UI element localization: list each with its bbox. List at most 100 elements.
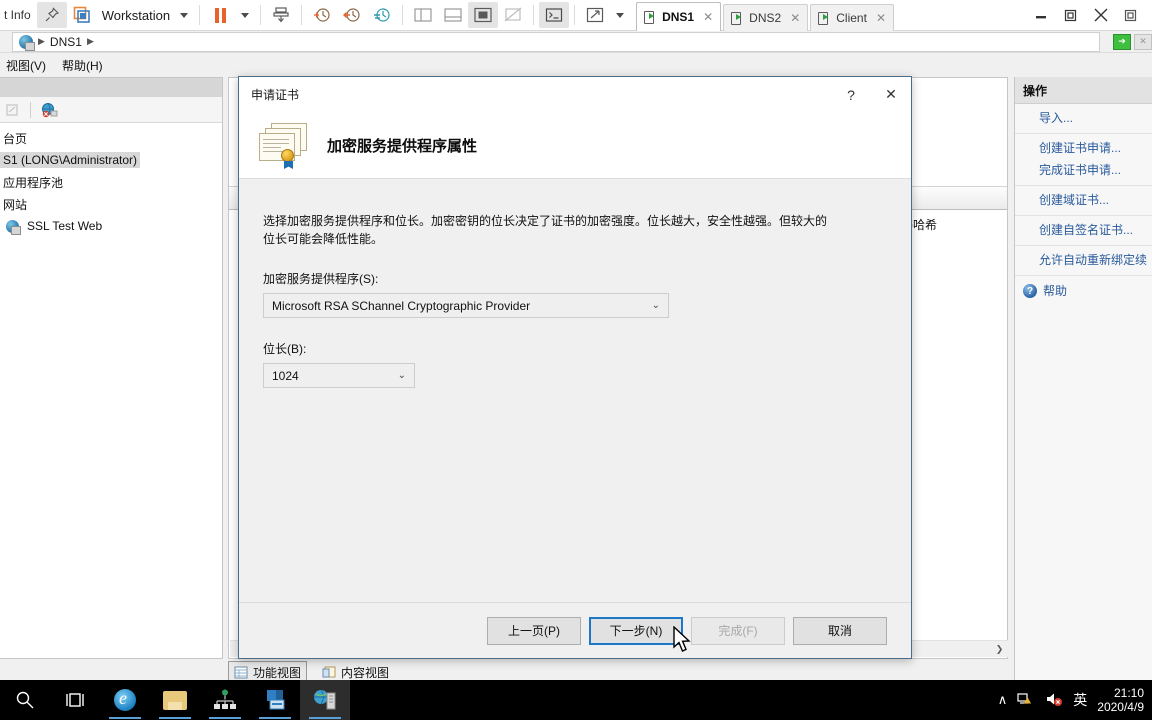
clock[interactable]: 21:10 2020/4/9 — [1097, 686, 1144, 714]
actions-group-self-signed: 创建自签名证书... — [1015, 216, 1152, 246]
pause-dropdown-icon[interactable] — [241, 12, 250, 18]
system-tray: ∧ 英 21:10 2020/4/9 — [998, 686, 1152, 714]
dialog-title-bar: 申请证书 ? ✕ — [239, 77, 911, 112]
take-snapshot-icon[interactable] — [367, 2, 397, 28]
tree-item-server[interactable]: S1 (LONG\Administrator) — [0, 149, 222, 171]
expand-icon[interactable] — [580, 2, 610, 28]
vm-tab-dns1[interactable]: DNS1 ✕ — [636, 1, 722, 31]
close-icon[interactable]: ✕ — [871, 78, 911, 112]
tree-item-start-page[interactable]: 台页 — [0, 127, 222, 149]
pause-icon[interactable] — [205, 2, 235, 28]
actions-group-rebind: 允许自动重新绑定续 — [1015, 246, 1152, 276]
revert-snapshot-icon[interactable] — [337, 2, 367, 28]
restore-outer-icon[interactable] — [1116, 2, 1146, 28]
dialog-footer: 上一页(P) 下一步(N) 完成(F) 取消 — [239, 602, 911, 658]
action-import[interactable]: 导入... — [1015, 107, 1152, 129]
cancel-button[interactable]: 取消 — [793, 616, 887, 645]
split-view-icon[interactable] — [408, 2, 438, 28]
network-warning-icon[interactable] — [1017, 691, 1035, 710]
action-enable-auto-rebind[interactable]: 允许自动重新绑定续 — [1015, 249, 1152, 271]
tab-label: 功能视图 — [253, 666, 302, 680]
snapshot-icon[interactable] — [266, 2, 296, 28]
task-view-icon[interactable] — [50, 680, 100, 720]
help-icon: ? — [1023, 284, 1037, 298]
provider-select[interactable]: Microsoft RSA SChannel Cryptographic Pro… — [263, 293, 669, 318]
bottom-view-icon[interactable] — [438, 2, 468, 28]
content-view-icon — [322, 666, 336, 679]
vm-tab-label: Client — [836, 10, 867, 25]
menu-item-view[interactable]: 视图(V) — [6, 57, 46, 74]
actions-pane-title: 操作 — [1015, 77, 1152, 104]
action-create-self-signed-cert[interactable]: 创建自签名证书... — [1015, 219, 1152, 241]
volume-muted-icon[interactable] — [1045, 691, 1063, 710]
chevron-down-icon[interactable]: ⌄ — [398, 370, 410, 381]
dns-manager-icon[interactable] — [200, 680, 250, 720]
pin-icon[interactable] — [36, 2, 67, 28]
breadcrumb-item-dns1[interactable]: DNS1 — [50, 35, 82, 49]
fullscreen-icon[interactable] — [468, 2, 499, 28]
tray-chevron-up-icon[interactable]: ∧ — [998, 692, 1008, 708]
previous-button[interactable]: 上一页(P) — [487, 616, 581, 645]
tree-item-label: 应用程序池 — [3, 175, 64, 190]
console-icon[interactable] — [539, 2, 570, 28]
tree-item-app-pools[interactable]: 应用程序池 — [0, 171, 222, 193]
tree-item-ssl-test-web[interactable]: SSL Test Web — [0, 215, 222, 237]
breadcrumb[interactable]: ▶ DNS1 ▶ — [12, 31, 1100, 52]
ime-indicator[interactable]: 英 — [1073, 690, 1087, 710]
vm-tab-dns2[interactable]: DNS2 ✕ — [723, 3, 809, 31]
scroll-right-icon[interactable]: ❯ — [991, 642, 1008, 657]
tree-item-sites[interactable]: 网站 — [0, 193, 222, 215]
tab-features-view[interactable]: 功能视图 — [228, 661, 308, 680]
chevron-down-icon[interactable] — [180, 12, 189, 18]
actions-group-domain-cert: 创建域证书... — [1015, 186, 1152, 216]
action-help[interactable]: ? 帮助 — [1015, 276, 1152, 300]
close-icon[interactable] — [1086, 2, 1116, 28]
close-icon[interactable]: ✕ — [790, 11, 800, 25]
file-explorer-icon[interactable] — [150, 680, 200, 720]
toolbar-divider — [301, 5, 303, 25]
dialog-header: 加密服务提供程序属性 — [239, 112, 911, 179]
provider-label: 加密服务提供程序(S): — [263, 272, 379, 286]
server-manager-icon[interactable] — [250, 680, 300, 720]
iis-address-bar: ▶ DNS1 ▶ ➜ ✕ — [0, 31, 1152, 53]
go-button[interactable]: ➜ — [1113, 33, 1131, 50]
toolbar-divider — [402, 5, 404, 25]
stop-button[interactable]: ✕ — [1134, 33, 1152, 50]
close-icon[interactable]: ✕ — [703, 10, 713, 24]
unity-icon[interactable] — [498, 2, 528, 28]
back-icon[interactable] — [2, 101, 22, 119]
snapshot-manager-icon[interactable] — [307, 2, 337, 28]
expand-dropdown-icon[interactable] — [616, 12, 625, 18]
disconnect-server-icon[interactable] — [39, 101, 59, 119]
toolbar-divider — [533, 5, 535, 25]
vm-power-icon — [644, 10, 657, 24]
finish-button: 完成(F) — [691, 616, 785, 645]
vm-library-icon[interactable] — [67, 2, 97, 28]
tree-item-label: S1 (LONG\Administrator) — [0, 152, 141, 168]
action-create-domain-cert[interactable]: 创建域证书... — [1015, 189, 1152, 211]
menu-item-help[interactable]: 帮助(H) — [62, 57, 103, 74]
search-icon[interactable] — [0, 680, 50, 720]
internet-explorer-icon[interactable] — [100, 680, 150, 720]
windows-taskbar: ∧ 英 21:10 2020/4/9 — [0, 680, 1152, 720]
dialog-heading: 加密服务提供程序属性 — [327, 137, 478, 155]
workstation-label[interactable]: Workstation — [97, 8, 174, 23]
restore-icon[interactable] — [1056, 2, 1086, 28]
chevron-right-icon[interactable]: ▶ — [87, 36, 94, 47]
dialog-title: 申请证书 — [251, 88, 300, 102]
bitlength-select[interactable]: 1024 ⌄ — [263, 363, 415, 388]
vm-tab-label: DNS2 — [749, 10, 782, 25]
vm-tab-client[interactable]: Client ✕ — [810, 3, 894, 31]
action-complete-cert-request[interactable]: 完成证书申请... — [1015, 159, 1152, 181]
next-button[interactable]: 下一步(N) — [589, 616, 683, 645]
help-button[interactable]: ? — [831, 78, 871, 112]
close-icon[interactable]: ✕ — [876, 11, 886, 25]
chevron-right-icon[interactable]: ▶ — [38, 36, 45, 47]
tab-content-view[interactable]: 内容视图 — [317, 662, 394, 680]
vm-tab-strip: DNS1 ✕ DNS2 ✕ Client ✕ — [636, 0, 896, 31]
chevron-down-icon[interactable]: ⌄ — [652, 300, 664, 311]
minimize-icon[interactable] — [1026, 2, 1056, 28]
features-view-icon — [234, 666, 248, 679]
iis-manager-icon[interactable] — [300, 680, 350, 720]
action-create-cert-request[interactable]: 创建证书申请... — [1015, 137, 1152, 159]
